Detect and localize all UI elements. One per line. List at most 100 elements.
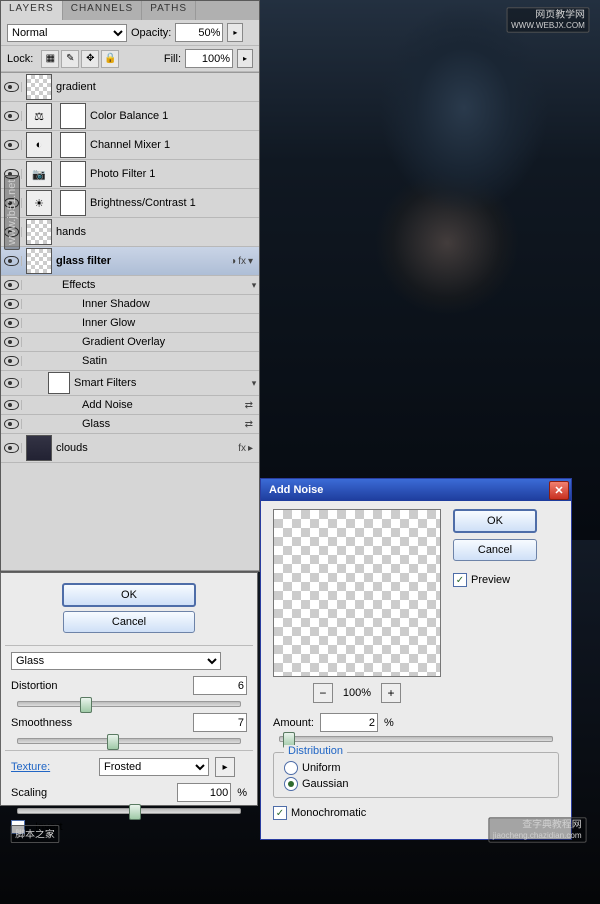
noise-preview[interactable]: [273, 509, 441, 677]
layer-row-hands[interactable]: hands: [1, 218, 259, 247]
scaling-slider[interactable]: [17, 808, 241, 814]
zoom-in-icon[interactable]: +: [381, 683, 401, 703]
visibility-icon[interactable]: [4, 443, 19, 453]
opacity-input[interactable]: [175, 23, 223, 42]
amount-label: Amount:: [273, 717, 314, 729]
amount-slider[interactable]: [279, 736, 553, 742]
distribution-uniform-radio[interactable]: [284, 761, 298, 775]
close-icon[interactable]: ✕: [549, 481, 569, 500]
fx-badge[interactable]: fx: [238, 256, 246, 267]
zoom-level: 100%: [343, 687, 371, 699]
visibility-icon[interactable]: [4, 318, 19, 328]
filter-edit-icon[interactable]: ⇄: [245, 419, 253, 430]
visibility-icon[interactable]: [4, 337, 19, 347]
preview-label: Preview: [471, 574, 510, 586]
layer-row-brightness-contrast[interactable]: ☀ Brightness/Contrast 1: [1, 189, 259, 218]
monochromatic-label: Monochromatic: [291, 807, 366, 819]
texture-label: Texture:: [11, 761, 93, 773]
layer-row-channel-mixer[interactable]: ◐ Channel Mixer 1: [1, 131, 259, 160]
filter-icon[interactable]: ◑: [230, 256, 236, 267]
fill-flyout-icon[interactable]: ▸: [237, 49, 253, 68]
layer-row-photo-filter[interactable]: 📷 Photo Filter 1: [1, 160, 259, 189]
dialog-titlebar[interactable]: Add Noise ✕: [261, 479, 571, 501]
visibility-icon[interactable]: [4, 256, 19, 266]
layer-sub-inner-glow[interactable]: Inner Glow: [1, 314, 259, 333]
monochromatic-checkbox[interactable]: [273, 806, 287, 820]
layer-name[interactable]: Color Balance 1: [90, 110, 259, 122]
layer-name[interactable]: gradient: [56, 81, 259, 93]
preview-checkbox[interactable]: [453, 573, 467, 587]
fx-badge[interactable]: fx: [238, 443, 246, 454]
fill-input[interactable]: [185, 49, 233, 68]
visibility-icon[interactable]: [4, 280, 19, 290]
visibility-icon[interactable]: [4, 400, 19, 410]
cancel-button[interactable]: Cancel: [453, 539, 537, 561]
visibility-icon[interactable]: [4, 111, 19, 121]
chevron-down-icon[interactable]: ▾: [249, 378, 259, 389]
layer-name[interactable]: Brightness/Contrast 1: [90, 197, 259, 209]
layer-name[interactable]: clouds: [56, 442, 238, 454]
layer-row-color-balance[interactable]: ⚖ Color Balance 1: [1, 102, 259, 131]
distribution-gaussian-radio[interactable]: [284, 777, 298, 791]
cancel-button[interactable]: Cancel: [63, 611, 195, 633]
layer-row-glass-filter[interactable]: glass filter ◑ fx ▾: [1, 247, 259, 276]
sub-name: Inner Glow: [82, 317, 259, 329]
smart-object-thumb: [26, 248, 52, 274]
texture-flyout-icon[interactable]: ▸: [215, 757, 235, 777]
chevron-down-icon[interactable]: ▾: [249, 280, 259, 291]
layer-name[interactable]: glass filter: [56, 255, 230, 267]
tab-channels[interactable]: CHANNELS: [63, 1, 142, 20]
tab-paths[interactable]: PATHS: [142, 1, 196, 20]
visibility-icon[interactable]: [4, 356, 19, 366]
visibility-icon[interactable]: [4, 378, 19, 388]
filter-edit-icon[interactable]: ⇄: [245, 400, 253, 411]
lock-all-icon[interactable]: 🔒: [101, 50, 119, 68]
filter-type-select[interactable]: Glass: [11, 652, 221, 670]
layer-sub-smart-filters[interactable]: Smart Filters ▾: [1, 371, 259, 396]
amount-input[interactable]: [320, 713, 378, 732]
layer-sub-glass[interactable]: Glass ⇄: [1, 415, 259, 434]
smoothness-slider[interactable]: [17, 738, 241, 744]
distortion-slider[interactable]: [17, 701, 241, 707]
zoom-out-icon[interactable]: −: [313, 683, 333, 703]
tab-layers[interactable]: LAYERS: [1, 1, 63, 20]
layer-row-gradient[interactable]: gradient: [1, 73, 259, 102]
smoothness-input[interactable]: [193, 713, 247, 732]
gaussian-label: Gaussian: [302, 778, 348, 790]
mask-thumb: [60, 103, 86, 129]
opacity-flyout-icon[interactable]: ▸: [227, 23, 243, 42]
ok-button[interactable]: OK: [453, 509, 537, 533]
chevron-down-icon[interactable]: ▾: [248, 256, 253, 267]
amount-unit: %: [384, 717, 394, 729]
layer-name[interactable]: hands: [56, 226, 259, 238]
lock-pixels-icon[interactable]: ✎: [61, 50, 79, 68]
lock-transparent-icon[interactable]: ▦: [41, 50, 59, 68]
scaling-input[interactable]: [177, 783, 231, 802]
visibility-icon[interactable]: [4, 140, 19, 150]
layer-sub-satin[interactable]: Satin: [1, 352, 259, 371]
visibility-icon[interactable]: [4, 419, 19, 429]
layer-sub-add-noise[interactable]: Add Noise ⇄: [1, 396, 259, 415]
ok-button[interactable]: OK: [62, 583, 196, 607]
blend-mode-select[interactable]: Normal: [7, 24, 127, 42]
layer-name[interactable]: Channel Mixer 1: [90, 139, 259, 151]
visibility-icon[interactable]: [4, 299, 19, 309]
distortion-label: Distortion: [11, 680, 93, 692]
layer-row-clouds[interactable]: clouds fx ▸: [1, 434, 259, 463]
layer-sub-inner-shadow[interactable]: Inner Shadow: [1, 295, 259, 314]
layer-sub-effects[interactable]: Effects ▾: [1, 276, 259, 295]
visibility-icon[interactable]: [4, 82, 19, 92]
layer-sub-gradient-overlay[interactable]: Gradient Overlay: [1, 333, 259, 352]
adjustment-icon: 📷: [26, 161, 52, 187]
chevron-right-icon[interactable]: ▸: [248, 443, 253, 454]
fill-label: Fill:: [164, 53, 181, 65]
sub-name: Gradient Overlay: [82, 336, 259, 348]
glass-filter-options: OK Cancel Glass Distortion Smoothness Te…: [0, 572, 258, 806]
lock-position-icon[interactable]: ✥: [81, 50, 99, 68]
panel-tabs: LAYERS CHANNELS PATHS: [1, 1, 259, 20]
distortion-input[interactable]: [193, 676, 247, 695]
texture-select[interactable]: Frosted: [99, 758, 209, 776]
scaling-label: Scaling: [11, 787, 93, 799]
sub-name: Smart Filters: [74, 377, 249, 389]
layer-name[interactable]: Photo Filter 1: [90, 168, 259, 180]
